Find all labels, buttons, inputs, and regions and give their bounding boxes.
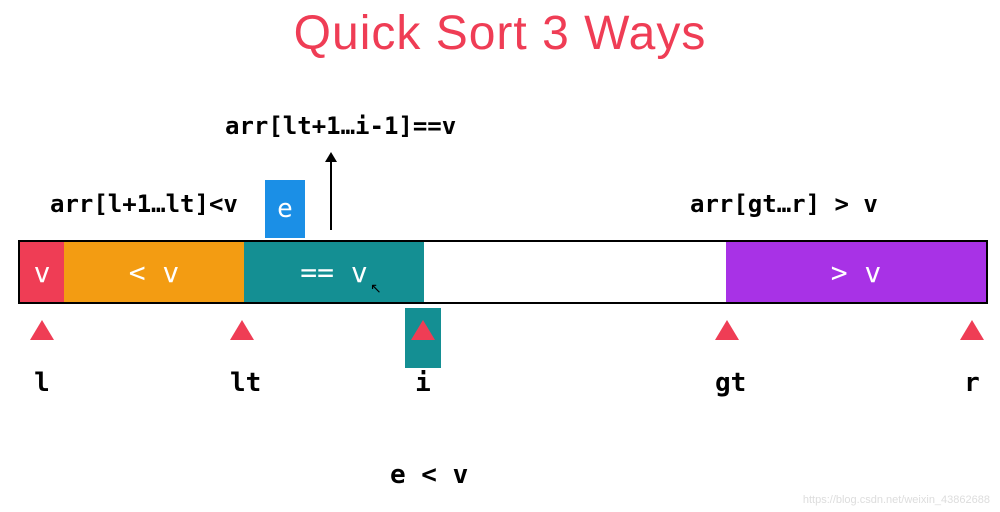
watermark: https://blog.csdn.net/weixin_43862688 (803, 494, 990, 506)
condition-label: e < v (390, 460, 468, 490)
annotation-eq-range: arr[lt+1…i-1]==v (225, 112, 456, 140)
pointer-r-tri (960, 320, 984, 340)
diagram-title: Quick Sort 3 Ways (0, 0, 1000, 61)
element-e-box: e (265, 180, 305, 238)
segment-pivot: v (20, 242, 64, 302)
annotation-lt-range: arr[l+1…lt]<v (50, 190, 238, 218)
segment-unprocessed (424, 242, 726, 302)
segment-equal: == v (244, 242, 424, 302)
pointer-i-tri (411, 320, 435, 340)
cursor-icon: ↖ (370, 280, 382, 297)
pointer-lt-tri (230, 320, 254, 340)
array-bar: v < v == v > v (18, 240, 988, 304)
pointer-lt-label: lt (230, 368, 261, 398)
segment-greater-than: > v (726, 242, 986, 302)
pointer-l-tri (30, 320, 54, 340)
element-e-label: e (277, 194, 293, 224)
pointer-r-label: r (960, 368, 984, 398)
segment-less-than: < v (64, 242, 244, 302)
annotation-gt-range: arr[gt…r] > v (690, 190, 878, 218)
pointer-gt-label: gt (715, 368, 746, 398)
pointer-gt-tri (715, 320, 739, 340)
pointer-l-label: l (30, 368, 54, 398)
pointer-i-label: i (411, 368, 435, 398)
arrow-up-icon (330, 160, 332, 230)
